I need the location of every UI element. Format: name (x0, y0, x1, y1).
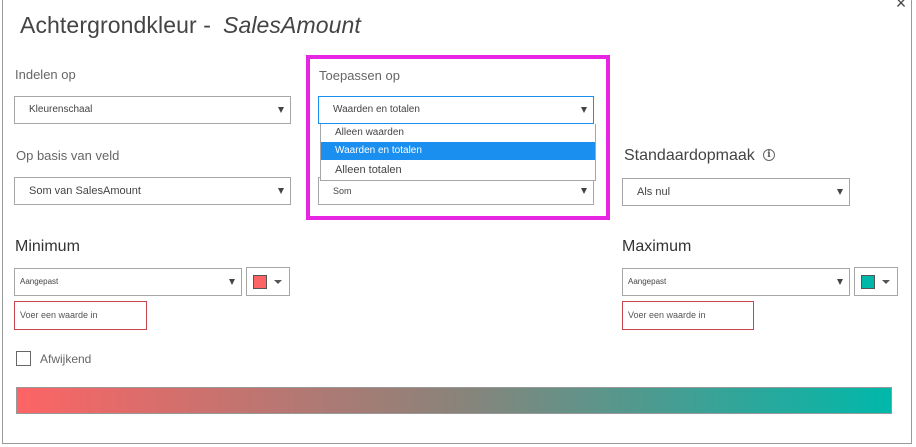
dialog-title: Achtergrondkleur - SalesAmount (20, 12, 361, 39)
maximum-type-value: Aangepast (628, 277, 667, 286)
dialog-title-field: SalesAmount (223, 12, 361, 38)
chevron-down-icon (882, 280, 890, 284)
minimum-label: Minimum (15, 238, 80, 255)
apply-to-label: Toepassen op (319, 68, 400, 83)
chevron-down-icon (274, 280, 282, 284)
format-by-label: Indelen op (15, 67, 76, 82)
chevron-down-icon (278, 107, 284, 113)
based-on-field-label: Op basis van veld (16, 148, 120, 163)
minimum-color-picker[interactable] (246, 267, 290, 296)
minimum-color-swatch (253, 275, 267, 289)
apply-to-value: Waarden en totalen (333, 104, 420, 115)
chevron-down-icon (581, 107, 587, 113)
minimum-type-value: Aangepast (20, 277, 59, 286)
chevron-down-icon (837, 279, 843, 285)
close-icon[interactable]: × (892, 0, 910, 12)
maximum-color-swatch (861, 275, 875, 289)
apply-to-option-values-and-totals[interactable]: Waarden en totalen (321, 142, 595, 160)
maximum-label: Maximum (622, 238, 692, 255)
format-by-select[interactable]: Kleurenschaal (14, 96, 291, 124)
apply-to-select[interactable]: Waarden en totalen (318, 96, 594, 124)
maximum-type-select[interactable]: Aangepast (622, 268, 850, 296)
maximum-color-picker[interactable] (854, 267, 898, 296)
apply-to-option-totals-only[interactable]: Alleen totalen (321, 160, 595, 180)
default-format-select[interactable]: Als nul (622, 178, 850, 206)
color-scale-preview (16, 387, 892, 414)
apply-to-option-values-only[interactable]: Alleen waarden (321, 124, 595, 142)
info-icon[interactable]: i (763, 149, 775, 161)
based-on-field-select[interactable]: Som van SalesAmount (14, 177, 291, 205)
default-format-label: Standaardopmaak (624, 147, 755, 164)
background-color-dialog: Achtergrondkleur - SalesAmount × Indelen … (2, 0, 912, 444)
apply-to-dropdown-list: Alleen waarden Waarden en totalen Alleen… (320, 124, 596, 181)
default-format-value: Als nul (637, 186, 671, 198)
dialog-title-text: Achtergrondkleur - (20, 12, 211, 38)
summarization-select[interactable]: Som (318, 177, 594, 205)
minimum-type-select[interactable]: Aangepast (14, 268, 242, 296)
chevron-down-icon (229, 279, 235, 285)
chevron-down-icon (581, 188, 587, 194)
maximum-value-input[interactable]: Voer een waarde in (622, 301, 754, 330)
diverging-label: Afwijkend (40, 352, 92, 366)
chevron-down-icon (837, 189, 843, 195)
diverging-checkbox[interactable] (16, 351, 31, 366)
based-on-field-value: Som van SalesAmount (29, 185, 141, 197)
format-by-value: Kleurenschaal (29, 104, 93, 115)
summarization-value: Som (333, 186, 352, 196)
minimum-value-input[interactable]: Voer een waarde in (14, 301, 147, 330)
chevron-down-icon (278, 188, 284, 194)
